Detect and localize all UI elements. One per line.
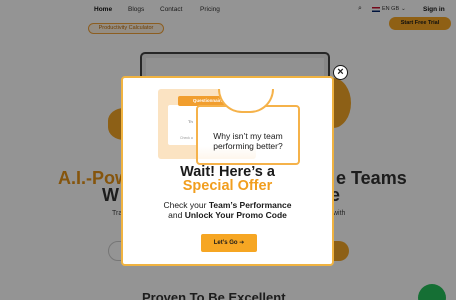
lets-go-button[interactable]: Let’s Go ➔ xyxy=(201,234,257,252)
modal-body-line1: Check your Team’s Performance xyxy=(163,200,292,210)
modal-headline-highlight: Special Offer xyxy=(182,178,273,194)
arrow-right-icon: ➔ xyxy=(239,240,245,246)
special-offer-modal: Questionnaire Th Check a Why isn’t my te… xyxy=(121,76,334,266)
question-text: Why isn’t my team performing better? xyxy=(213,131,283,151)
close-icon[interactable]: × xyxy=(333,65,348,80)
illustration: Questionnaire Th Check a Why isn’t my te… xyxy=(158,86,303,166)
modal-body-line2: and Unlock Your Promo Code xyxy=(168,210,287,220)
